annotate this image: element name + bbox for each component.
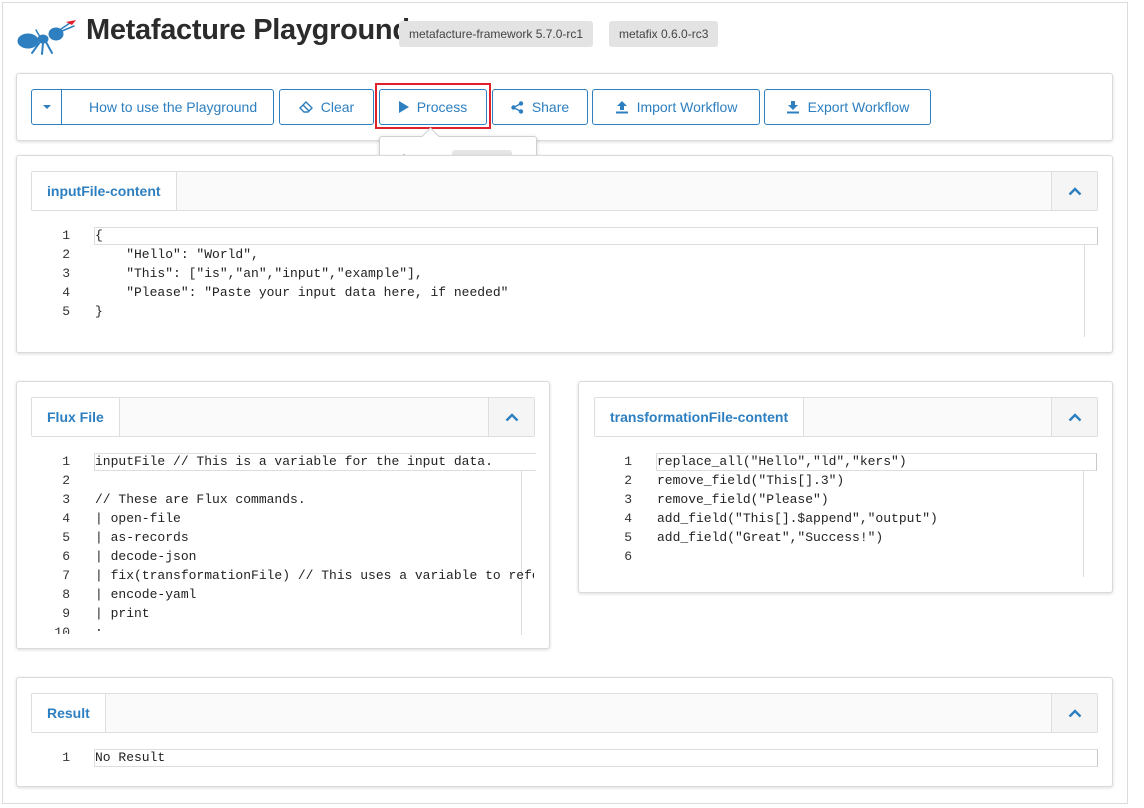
- process-label: Process: [416, 99, 468, 115]
- result-line-numbers: 1: [30, 748, 70, 767]
- flux-collapse-button[interactable]: [488, 398, 534, 436]
- share-icon: [511, 100, 524, 114]
- code-line[interactable]: | decode-json: [95, 547, 534, 566]
- import-workflow-label: Import Workflow: [636, 99, 738, 115]
- code-line[interactable]: ;: [95, 623, 534, 634]
- line-number: 1: [62, 750, 70, 765]
- result-collapse-button[interactable]: [1051, 694, 1097, 732]
- input-code[interactable]: { "Hello": "World", "This": ["is","an","…: [95, 226, 508, 321]
- chevron-up-icon: [1068, 412, 1081, 421]
- code-line[interactable]: [95, 471, 534, 490]
- transformation-code[interactable]: replace_all("Hello","ld","kers") remove_f…: [657, 452, 938, 566]
- line-number: 3: [62, 266, 70, 281]
- ant-logo: [17, 20, 76, 55]
- share-label: Share: [531, 99, 570, 115]
- line-number: 7: [62, 568, 70, 583]
- result-panel-title[interactable]: Result: [32, 694, 106, 732]
- line-number: 3: [62, 492, 70, 507]
- line-number: 1: [62, 228, 70, 243]
- share-button[interactable]: Share: [492, 89, 588, 125]
- flux-panel-title[interactable]: Flux File: [32, 398, 120, 436]
- transformation-panel-title[interactable]: transformationFile-content: [595, 398, 805, 436]
- line-number: 5: [62, 530, 70, 545]
- code-line[interactable]: | encode-yaml: [95, 585, 534, 604]
- result-panel-header: Result: [31, 693, 1098, 733]
- transformation-editor[interactable]: 123456 replace_all("Hello","ld","kers") r…: [592, 452, 1092, 572]
- line-number: 6: [624, 549, 632, 564]
- play-icon: [398, 101, 409, 113]
- clear-label: Clear: [320, 99, 355, 115]
- flux-code[interactable]: inputFile // This is a variable for the …: [95, 452, 534, 634]
- upload-icon: [615, 101, 628, 114]
- eraser-icon: [298, 101, 313, 113]
- code-line[interactable]: | open-file: [95, 509, 534, 528]
- line-number: 2: [624, 473, 632, 488]
- code-line[interactable]: No Result: [95, 748, 165, 767]
- clear-button[interactable]: Clear: [279, 89, 374, 125]
- input-panel-title[interactable]: inputFile-content: [32, 172, 177, 210]
- code-line[interactable]: | fix(transformationFile) // This uses a…: [95, 566, 534, 585]
- framework-version-badge: metafacture-framework 5.7.0-rc1: [399, 21, 594, 47]
- line-number: 1: [624, 454, 632, 469]
- line-number: 4: [62, 511, 70, 526]
- transformation-line-numbers: 1 2 3 4 5 6: [592, 452, 632, 566]
- code-line[interactable]: "Please": "Paste your input data here, i…: [95, 283, 508, 302]
- line-number: 3: [624, 492, 632, 507]
- line-number: 4: [624, 511, 632, 526]
- export-workflow-button[interactable]: Export Workflow: [764, 89, 931, 125]
- process-button[interactable]: Process: [379, 89, 487, 125]
- code-line[interactable]: replace_all("Hello","ld","kers"): [657, 452, 938, 471]
- code-line[interactable]: "Hello": "World",: [95, 245, 508, 264]
- how-to-use-button[interactable]: How to use the Playground: [31, 89, 274, 125]
- input-panel-header: inputFile-content: [31, 171, 1098, 211]
- line-number: 5: [624, 530, 632, 545]
- input-editor[interactable]: 1 2 3 4 5 { "Hello": "World", "This": ["is",…: [30, 226, 1090, 326]
- import-workflow-button[interactable]: Import Workflow: [592, 89, 760, 125]
- page-title: Metafacture Playground: [86, 14, 410, 46]
- line-number: 2: [62, 473, 70, 488]
- code-line[interactable]: {: [95, 226, 508, 245]
- line-number: 10: [54, 625, 70, 634]
- input-line-numbers: 1 2 3 4 5: [30, 226, 70, 321]
- code-line[interactable]: remove_field("This[].3"): [657, 471, 938, 490]
- input-collapse-button[interactable]: [1051, 172, 1097, 210]
- code-line[interactable]: | as-records: [95, 528, 534, 547]
- code-line[interactable]: inputFile // This is a variable for the …: [95, 452, 534, 471]
- code-line[interactable]: remove_field("Please"): [657, 490, 938, 509]
- dropdown-caret-icon[interactable]: [32, 90, 62, 124]
- flux-editor[interactable]: 1 2 3 4 5 6 7 8 9 10 inputFile // This is a varia…: [30, 452, 534, 634]
- download-icon: [786, 101, 799, 114]
- code-line[interactable]: add_field("Great","Success!"): [657, 528, 938, 547]
- line-number: 8: [62, 587, 70, 602]
- result-code[interactable]: No Result: [95, 748, 165, 767]
- code-line[interactable]: "This": ["is","an","input","example"],: [95, 264, 508, 283]
- transformation-collapse-button[interactable]: [1051, 398, 1097, 436]
- line-number: 4: [62, 285, 70, 300]
- flux-line-numbers: 1 2 3 4 5 6 7 8 9 10: [30, 452, 70, 634]
- result-editor[interactable]: 1 No Result: [30, 748, 1090, 770]
- line-number: 9: [62, 606, 70, 621]
- chevron-up-icon: [505, 412, 518, 421]
- code-line[interactable]: | print: [95, 604, 534, 623]
- line-number: 2: [62, 247, 70, 262]
- chevron-up-icon: [1068, 708, 1081, 717]
- line-number: 1: [62, 454, 70, 469]
- code-line[interactable]: // These are Flux commands.: [95, 490, 534, 509]
- export-workflow-label: Export Workflow: [807, 99, 910, 115]
- line-number: 5: [62, 304, 70, 319]
- code-line[interactable]: }: [95, 302, 508, 321]
- how-to-use-label: How to use the Playground: [89, 99, 258, 115]
- metafix-version-badge: metafix 0.6.0-rc3: [609, 21, 719, 47]
- flux-panel-header: Flux File: [31, 397, 535, 437]
- transformation-panel-header: transformationFile-content: [594, 397, 1098, 437]
- line-number: 6: [62, 549, 70, 564]
- code-line[interactable]: add_field("This[].$append","output"): [657, 509, 938, 528]
- code-line[interactable]: [657, 547, 938, 566]
- chevron-up-icon: [1068, 186, 1081, 195]
